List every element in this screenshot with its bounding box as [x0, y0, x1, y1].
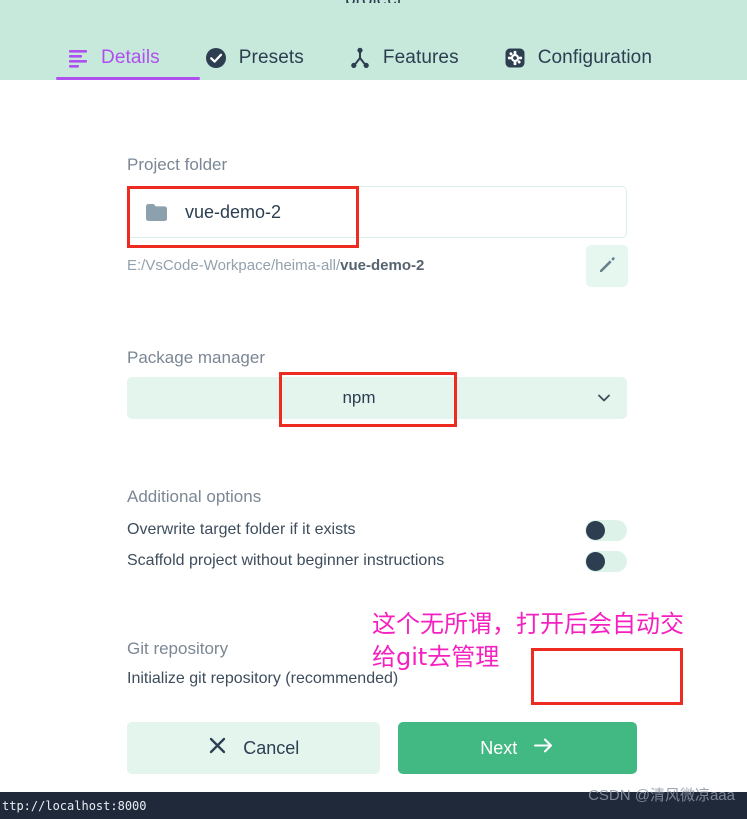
cancel-button[interactable]: Cancel: [127, 722, 381, 774]
tab-features-label: Features: [382, 47, 459, 68]
toggle-knob: [607, 669, 626, 689]
option-label-git-init: Initialize git repository (recommended): [127, 670, 399, 687]
tab-presets-label: Presets: [238, 47, 304, 68]
project-folder-path: E:/VsCode-Workpace/heima-all/vue-demo-2: [127, 257, 424, 274]
header-bar: project Details: [0, 0, 747, 80]
tab-details[interactable]: Details: [64, 36, 162, 80]
git-repository-label: Git repository: [127, 639, 229, 658]
option-row-overwrite: Overwrite target folder if it exists: [127, 517, 627, 543]
vue-cli-ui-window: project Details: [0, 0, 747, 819]
footer-actions: Cancel Next: [127, 722, 637, 774]
project-folder-input[interactable]: vue-demo-2: [127, 186, 627, 238]
next-button-label: Next: [480, 737, 518, 758]
toggle-knob: [586, 551, 605, 571]
tab-details-label: Details: [101, 47, 160, 68]
annotation-note-text: 这个无所谓，打开后会自动交 给git去管理: [372, 610, 684, 671]
arrow-right-icon: [533, 736, 555, 760]
folder-icon: [146, 203, 168, 221]
check-circle-icon: [204, 46, 228, 70]
tab-presets[interactable]: Presets: [202, 36, 306, 80]
chevron-down-icon: [595, 389, 613, 407]
package-manager-select[interactable]: npm: [127, 377, 627, 419]
toggle-knob: [586, 520, 605, 540]
package-manager-value: npm: [342, 388, 376, 407]
tab-features[interactable]: Features: [346, 36, 461, 80]
tab-configuration[interactable]: Configuration: [501, 36, 654, 80]
project-folder-value: vue-demo-2: [185, 201, 282, 222]
package-manager-label: Package manager: [127, 348, 265, 367]
node-tree-icon: [348, 46, 372, 70]
project-folder-label: Project folder: [127, 155, 228, 174]
status-bar-url: ttp://localhost:8000: [2, 799, 147, 813]
active-tab-indicator: [56, 77, 200, 80]
option-row-scaffold: Scaffold project without beginner instru…: [127, 548, 627, 574]
close-x-icon: [208, 736, 227, 760]
additional-options-label: Additional options: [127, 487, 262, 506]
csdn-watermark: CSDN @清风微凉aaa: [588, 787, 735, 804]
list-lines-icon: [66, 46, 90, 70]
toggle-overwrite-target-folder[interactable]: [585, 519, 627, 541]
project-folder-path-name: vue-demo-2: [340, 257, 425, 274]
toggle-scaffold-without-instructions[interactable]: [585, 550, 627, 572]
status-bar: CSDN @清风微凉aaa ttp://localhost:8000: [0, 787, 747, 819]
project-folder-path-prefix: E:/VsCode-Workpace/heima-all/: [127, 257, 341, 274]
option-label-scaffold: Scaffold project without beginner instru…: [127, 552, 445, 569]
tab-configuration-label: Configuration: [537, 47, 653, 68]
toggle-initialize-git-repository[interactable]: [585, 668, 627, 690]
option-label-overwrite: Overwrite target folder if it exists: [127, 521, 356, 538]
option-row-git-init: Initialize git repository (recommended): [127, 666, 627, 692]
pencil-icon: [597, 255, 617, 278]
next-button[interactable]: Next: [398, 722, 637, 774]
window-title: project: [0, 0, 747, 3]
edit-project-folder-button[interactable]: [586, 245, 628, 287]
gear-square-icon: [503, 46, 527, 70]
tab-bar: Details Presets Features Configuration: [64, 36, 654, 80]
cancel-button-label: Cancel: [243, 737, 300, 758]
